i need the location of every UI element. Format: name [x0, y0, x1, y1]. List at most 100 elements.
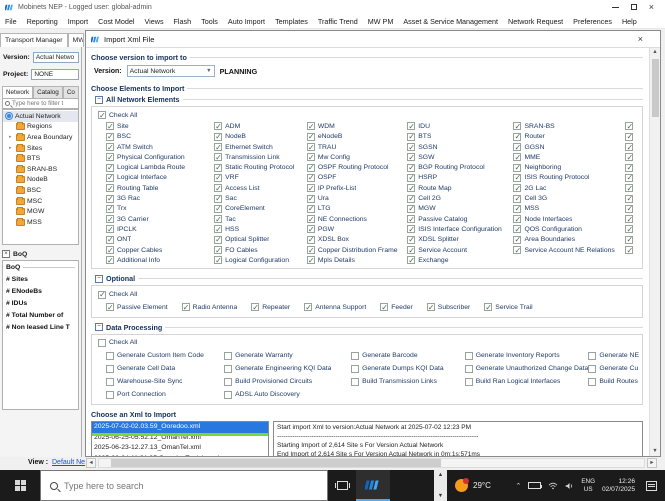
element-checkbox[interactable]: Transmission Link — [214, 152, 307, 162]
element-checkbox[interactable]: NodeB — [214, 132, 307, 142]
element-checkbox[interactable]: ONT — [106, 235, 214, 245]
processing-checkbox[interactable]: Generate Cu — [588, 362, 639, 375]
element-checkbox[interactable]: Exchange — [407, 255, 513, 265]
element-checkbox[interactable] — [625, 162, 639, 172]
element-checkbox[interactable] — [625, 132, 639, 142]
boq-item[interactable]: # ENodeBs — [6, 286, 75, 298]
element-checkbox[interactable]: IDU — [407, 121, 513, 131]
element-checkbox[interactable]: Additional Info — [106, 255, 214, 265]
scroll-down-icon[interactable]: ▼ — [652, 447, 657, 456]
speaker-icon[interactable] — [565, 482, 574, 490]
element-checkbox[interactable]: Mw Config — [307, 152, 407, 162]
tree-filter-input[interactable] — [12, 100, 76, 107]
element-checkbox[interactable]: ADM — [214, 121, 307, 131]
processing-checkbox[interactable]: Generate Inventory Reports — [465, 349, 589, 362]
menu-item[interactable]: Preferences — [568, 17, 617, 26]
processing-checkbox[interactable]: Build Ran Logical Interfaces — [465, 375, 589, 388]
element-checkbox[interactable]: MGW — [407, 204, 513, 214]
element-checkbox[interactable]: ISIS Routing Protocol — [513, 173, 625, 183]
element-checkbox[interactable]: Ura — [307, 193, 407, 203]
start-button[interactable] — [0, 470, 40, 501]
element-checkbox[interactable]: Neighboring — [513, 162, 625, 172]
element-checkbox[interactable]: Copper Cables — [106, 245, 214, 255]
processing-checkbox[interactable]: Warehouse-Site Sync — [106, 375, 224, 388]
taskbar-search[interactable] — [40, 470, 328, 501]
processing-checkbox[interactable]: Build Routes — [588, 375, 639, 388]
tree-item[interactable]: ▸ BSC — [3, 185, 78, 196]
element-checkbox[interactable]: Physical Configuration — [106, 152, 214, 162]
tree-item[interactable]: ▸ SRAN-BS — [3, 164, 78, 175]
collapse-icon[interactable]: − — [95, 323, 103, 331]
menu-item[interactable]: Flash — [169, 17, 197, 26]
element-checkbox[interactable]: ATM Switch — [106, 142, 214, 152]
tree-item[interactable]: ▸ BTS — [3, 153, 78, 164]
scroll-up-icon[interactable]: ▲ — [652, 48, 657, 57]
close-icon[interactable]: × — [649, 3, 654, 12]
processing-checkbox[interactable]: Build Provisioned Circuits — [224, 375, 351, 388]
menu-item[interactable]: Views — [140, 17, 169, 26]
view-link[interactable]: Default Ne — [52, 459, 85, 466]
collapse-icon[interactable]: − — [95, 96, 103, 104]
menu-item[interactable]: Help — [617, 17, 642, 26]
element-checkbox[interactable]: Static Routing Protocol — [214, 162, 307, 172]
boq-item[interactable]: # Non leased Line T — [6, 322, 75, 334]
element-checkbox[interactable] — [625, 152, 639, 162]
tree-item[interactable]: ▸ NodeB — [3, 175, 78, 186]
element-checkbox[interactable] — [625, 142, 639, 152]
processing-checkbox[interactable]: Generate Engineering KQI Data — [224, 362, 351, 375]
element-checkbox[interactable]: OSPF Routing Protocol — [307, 162, 407, 172]
version-combobox[interactable]: Actual Netwo — [33, 52, 79, 63]
menu-item[interactable]: Asset & Service Management — [398, 17, 503, 26]
element-checkbox[interactable]: IPCLK — [106, 224, 214, 234]
tab-transport-manager[interactable]: Transport Manager — [0, 33, 68, 47]
xml-file-item[interactable]: 2025-06-25-05.52.12_OmanTel.xml — [92, 433, 268, 444]
menu-item[interactable]: File — [0, 17, 22, 26]
element-checkbox[interactable] — [625, 204, 639, 214]
check-all-optional[interactable]: Check All — [98, 289, 639, 299]
element-checkbox[interactable]: SGW — [407, 152, 513, 162]
menu-item[interactable]: Templates — [270, 17, 313, 26]
element-checkbox[interactable] — [625, 235, 639, 245]
element-checkbox[interactable]: Passive Catalog — [407, 214, 513, 224]
notification-center-icon[interactable] — [646, 481, 657, 491]
optional-checkbox[interactable]: Subscriber — [427, 302, 471, 313]
element-checkbox[interactable]: Sac — [214, 193, 307, 203]
element-checkbox[interactable] — [625, 183, 639, 193]
tab-mw[interactable]: MW — [68, 33, 84, 47]
tree-item[interactable]: ▸ Regions — [3, 122, 78, 133]
element-checkbox[interactable]: IP Prefix-List — [307, 183, 407, 193]
boq-item[interactable]: # Total Number of — [6, 310, 75, 322]
element-checkbox[interactable]: Logical Interface — [106, 173, 214, 183]
element-checkbox[interactable]: 3G Rac — [106, 193, 214, 203]
element-checkbox[interactable]: WDM — [307, 121, 407, 131]
element-checkbox[interactable]: Mpls Details — [307, 255, 407, 265]
element-checkbox[interactable]: SRAN-BS — [513, 121, 625, 131]
scroll-down-icon[interactable]: ▼ — [438, 493, 443, 499]
optional-checkbox[interactable]: Passive Element — [106, 302, 168, 313]
element-checkbox[interactable]: 3G Carrier — [106, 214, 214, 224]
mini-scrollbar[interactable]: ▲ ▼ — [434, 470, 447, 501]
menu-item[interactable]: Auto Import — [223, 17, 270, 26]
element-checkbox[interactable] — [625, 214, 639, 224]
element-checkbox[interactable]: GGSN — [513, 142, 625, 152]
collapse-icon[interactable]: − — [95, 275, 103, 283]
language-indicator[interactable]: ENG US — [581, 478, 595, 493]
xml-file-item[interactable]: 2025-06-23-12.27.13_OmanTel.xml — [92, 443, 268, 454]
tree-item[interactable]: ▸ Area Boundary — [3, 132, 78, 143]
scrollbar-thumb[interactable] — [652, 59, 659, 117]
xml-file-list[interactable]: 2025-07-02-02.03.59_Ooredoo.xml2025-06-2… — [91, 421, 269, 456]
close-tab-icon[interactable]: × — [2, 250, 10, 258]
element-checkbox[interactable]: Site — [106, 121, 214, 131]
element-checkbox[interactable] — [625, 193, 639, 203]
element-checkbox[interactable]: MME — [513, 152, 625, 162]
tab-config[interactable]: Co — [63, 86, 79, 98]
boq-item[interactable]: # IDUs — [6, 298, 75, 310]
menu-item[interactable]: MW PM — [363, 17, 399, 26]
hidden-icons-chevron-icon[interactable]: ⌃ — [515, 482, 521, 490]
element-checkbox[interactable]: Routing Table — [106, 183, 214, 193]
element-checkbox[interactable]: FO Cables — [214, 245, 307, 255]
element-checkbox[interactable]: Service Account — [407, 245, 513, 255]
element-checkbox[interactable]: NE Connections — [307, 214, 407, 224]
boq-tab[interactable]: × BoQ — [2, 248, 79, 260]
tree-filter[interactable] — [2, 98, 79, 109]
